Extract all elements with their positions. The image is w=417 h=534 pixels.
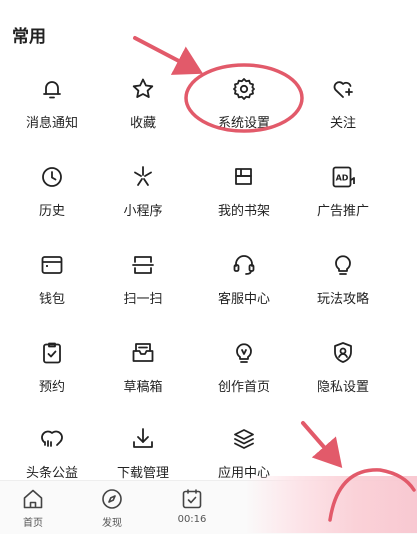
gameplay-guide-item[interactable]: 玩法攻略	[291, 246, 395, 316]
charity-heart-icon	[41, 430, 63, 447]
wallet-label: 钱包	[38, 292, 65, 307]
bulb-icon	[335, 255, 351, 275]
follow-item[interactable]: 关注	[291, 70, 395, 140]
layers-icon	[234, 429, 254, 449]
drafts-label: 草稿箱	[123, 380, 163, 395]
grid-row-1: 消息通知 收藏 系统设置 关注	[0, 70, 417, 140]
tab-discover-label: 发现	[102, 518, 122, 529]
notifications-label: 消息通知	[25, 116, 78, 131]
ad-promotion-label: 广告推广	[316, 204, 369, 219]
favorites-label: 收藏	[129, 116, 156, 131]
favorites-item[interactable]: 收藏	[91, 70, 195, 140]
tab-home[interactable]: 首页	[3, 487, 63, 529]
drafts-item[interactable]: 草稿箱	[91, 334, 195, 404]
creator-home-item[interactable]: 创作首页	[192, 334, 296, 404]
ad-badge-text: AD	[336, 174, 349, 183]
gear-icon	[233, 78, 255, 100]
compass-icon	[102, 489, 122, 509]
wallet-item[interactable]: 钱包	[0, 246, 104, 316]
tab-discover[interactable]: 发现	[82, 487, 142, 529]
ad-icon: AD	[332, 166, 355, 188]
section-title: 常用	[12, 27, 46, 47]
star-icon	[132, 78, 154, 98]
grid-row-4: 预约 草稿箱 创作首页 隐私设置	[0, 334, 417, 404]
notifications-item[interactable]: 消息通知	[0, 70, 104, 140]
shield-user-icon	[334, 342, 352, 363]
customer-service-label: 客服中心	[217, 292, 270, 307]
customer-service-item[interactable]: 客服中心	[192, 246, 296, 316]
tab-schedule[interactable]: 00:16	[162, 487, 222, 525]
grid-row-2: 历史 小程序 我的书架 AD 广告推广	[0, 158, 417, 228]
history-label: 历史	[38, 204, 65, 219]
grid-row-3: 钱包 扫一扫 客服中心 玩法攻略	[0, 246, 417, 316]
mini-program-item[interactable]: 小程序	[91, 158, 195, 228]
clock-icon	[42, 167, 62, 187]
privacy-settings-label: 隐私设置	[316, 380, 369, 395]
blurred-region	[245, 476, 417, 533]
privacy-settings-item[interactable]: 隐私设置	[291, 334, 395, 404]
creator-home-label: 创作首页	[217, 380, 270, 395]
asterisk-icon	[134, 166, 152, 186]
reservation-label: 预约	[38, 380, 65, 395]
annotation-arrow-top	[133, 36, 204, 75]
lightbulb-pen-icon	[236, 343, 252, 363]
clipboard-check-icon	[43, 342, 61, 364]
bookshelf-label: 我的书架	[217, 204, 270, 219]
charity-label: 头条公益	[25, 466, 78, 481]
headset-icon	[233, 255, 255, 275]
history-item[interactable]: 历史	[0, 158, 104, 228]
heart-plus-icon	[333, 81, 353, 98]
draft-box-icon	[132, 343, 154, 362]
bookshelf-item[interactable]: 我的书架	[192, 158, 296, 228]
calendar-check-icon	[182, 489, 202, 509]
reservation-item[interactable]: 预约	[0, 334, 104, 404]
download-manager-label: 下载管理	[116, 466, 169, 481]
scan-label: 扫一扫	[123, 292, 163, 307]
bookshelf-icon	[235, 168, 252, 185]
system-settings-label: 系统设置	[217, 116, 270, 131]
tab-home-label: 首页	[23, 518, 43, 529]
bell-icon	[43, 81, 61, 99]
wallet-icon	[41, 256, 63, 274]
mini-program-label: 小程序	[123, 204, 163, 219]
follow-label: 关注	[329, 116, 356, 131]
tab-schedule-label: 00:16	[177, 514, 207, 525]
scan-item[interactable]: 扫一扫	[91, 246, 195, 316]
scan-icon	[132, 256, 154, 274]
ad-promotion-item[interactable]: AD 广告推广	[291, 158, 395, 228]
download-icon	[133, 428, 153, 448]
home-icon	[23, 489, 43, 509]
gameplay-guide-label: 玩法攻略	[316, 292, 369, 307]
system-settings-item[interactable]: 系统设置	[192, 70, 296, 140]
